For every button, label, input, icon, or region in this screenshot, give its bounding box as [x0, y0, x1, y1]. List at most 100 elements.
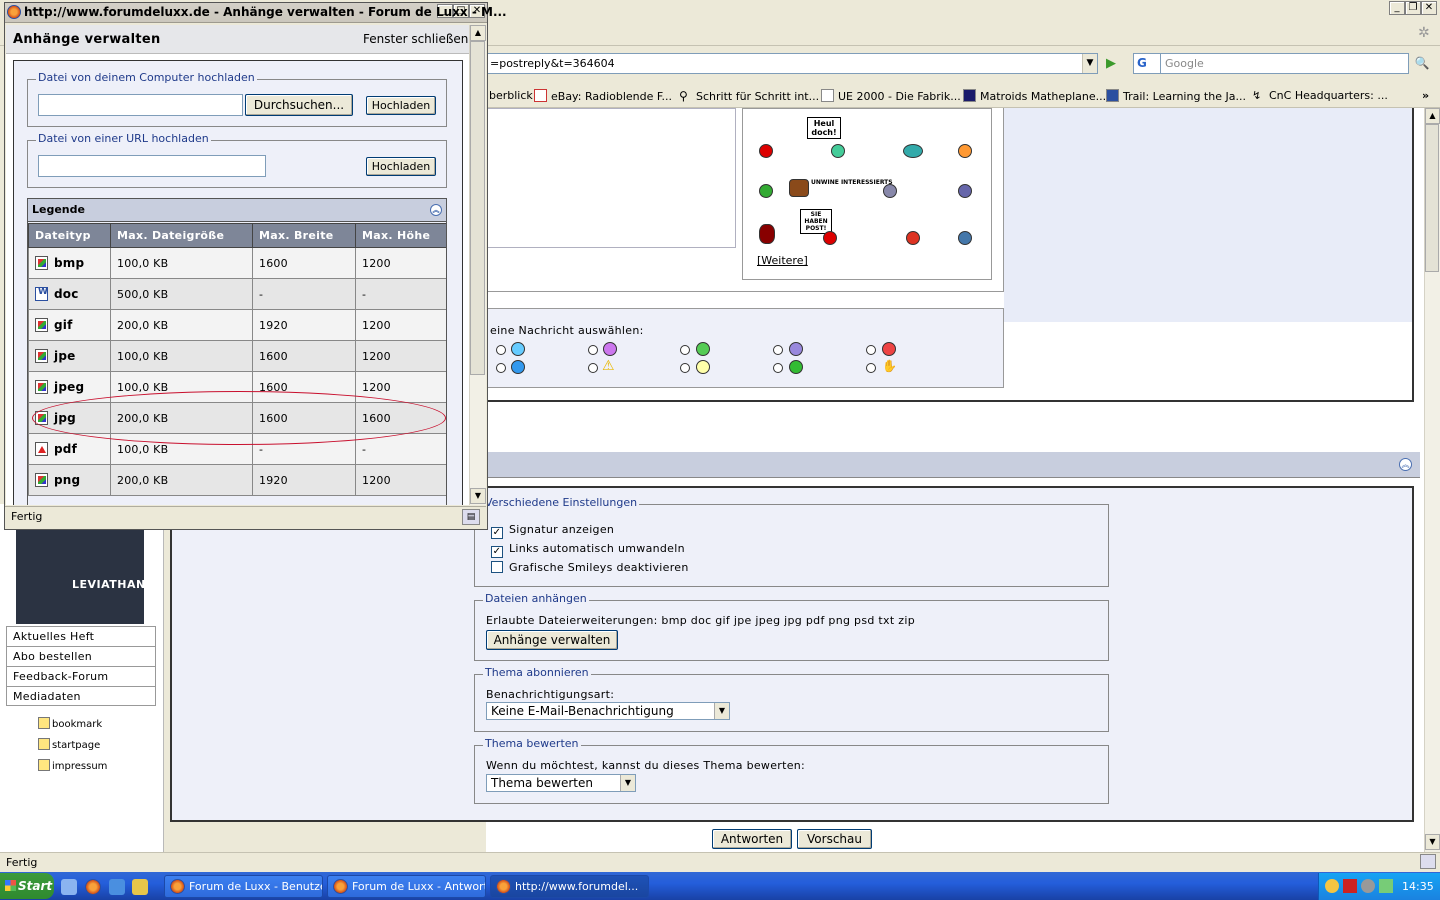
max-width-cell: - [252, 278, 356, 310]
signature-option[interactable]: ✓ Signatur anzeigen [491, 523, 614, 539]
unwine-smiley-icon[interactable]: UNWINE INTERESSIERTS [811, 179, 893, 186]
notification-select[interactable]: Keine E-Mail-Benachrichtigung ▼ [486, 702, 730, 720]
file-type-label: doc [54, 287, 79, 301]
url-bar[interactable]: =postreply&t=364604 [486, 53, 1098, 74]
max-size-cell: 100,0 KB [110, 247, 253, 279]
disable-smileys-option[interactable]: Grafische Smileys deaktivieren [491, 561, 689, 574]
checkbox-checked[interactable]: ✓ [491, 527, 503, 539]
smiley-icon[interactable] [958, 144, 972, 158]
message-icon-radio[interactable] [496, 345, 506, 355]
search-engine-selector[interactable]: G [1133, 53, 1161, 74]
restore-button[interactable]: ❐ [1405, 1, 1421, 15]
message-icon-radio[interactable] [588, 363, 598, 373]
smiley-icon[interactable] [906, 231, 920, 245]
close-window-link[interactable]: Fenster schließen [363, 32, 468, 46]
collapse-icon[interactable]: ︽ [430, 204, 442, 216]
checkbox-checked[interactable]: ✓ [491, 546, 503, 558]
hat-smiley-icon[interactable] [789, 179, 809, 197]
smiley-icon[interactable] [958, 231, 972, 245]
image-file-icon [35, 473, 48, 487]
status-panel-icon: ▤ [462, 509, 480, 525]
upload-url-button[interactable]: Hochladen [366, 157, 436, 176]
bookmark-item[interactable]: UE 2000 - Die Fabrik... [821, 89, 961, 103]
column-header: Dateityp [28, 223, 111, 248]
url-input[interactable] [38, 155, 266, 177]
left-menu-item[interactable]: Aktuelles Heft [7, 627, 155, 647]
bookmark-item[interactable]: Trail: Learning the Ja... [1106, 89, 1246, 103]
smiley-icon[interactable] [759, 184, 773, 198]
bookmark-item[interactable]: berblick [489, 89, 533, 102]
collapse-icon[interactable]: ︽ [1399, 458, 1412, 471]
heul-doch-smiley-icon[interactable]: Heul doch! [807, 117, 841, 139]
scrollbar-thumb[interactable] [1425, 124, 1439, 272]
max-width-cell: 1600 [252, 247, 356, 279]
taskbar-item-active[interactable]: http://www.forumdel... [490, 875, 649, 898]
scroll-up-icon[interactable]: ▲ [1425, 108, 1440, 124]
message-icon-radio[interactable] [496, 363, 506, 373]
tray-icon[interactable] [1361, 879, 1375, 893]
startpage-link[interactable]: startpage [38, 738, 100, 751]
windows-logo-icon [5, 880, 16, 891]
upload-file-button[interactable]: Hochladen [366, 96, 436, 115]
message-icon-radio[interactable] [866, 363, 876, 373]
devil-smiley-icon[interactable] [759, 224, 775, 244]
taskbar-item[interactable]: Forum de Luxx - Antwort... [327, 875, 486, 898]
left-menu-item[interactable]: Abo bestellen [7, 647, 155, 667]
tray-icon[interactable] [1379, 879, 1393, 893]
laugh-icon [696, 342, 710, 356]
reply-button[interactable]: Antworten [712, 829, 792, 849]
message-icon-radio[interactable] [866, 345, 876, 355]
scroll-down-icon[interactable]: ▼ [470, 488, 486, 504]
app-quicklaunch-icon[interactable] [132, 879, 148, 895]
autolink-option[interactable]: ✓ Links automatisch umwandeln [491, 542, 685, 558]
checkbox-unchecked[interactable] [491, 561, 503, 573]
message-icon-radio[interactable] [773, 363, 783, 373]
message-icon-radio[interactable] [680, 345, 690, 355]
search-magnifier-icon[interactable]: 🔍 [1411, 53, 1433, 74]
close-button[interactable]: ✕ [1421, 1, 1437, 15]
smiley-icon[interactable] [958, 184, 972, 198]
column-header: Max. Höhe [355, 223, 446, 248]
taskbar-item[interactable]: Forum de Luxx - Benutze... [164, 875, 323, 898]
bookmarks-overflow-chevron[interactable]: » [1422, 89, 1429, 102]
manage-attachments-button[interactable]: Anhänge verwalten [486, 630, 618, 650]
left-menu-item[interactable]: Mediadaten [7, 687, 155, 707]
scroll-down-icon[interactable]: ▼ [1425, 834, 1440, 850]
bookmark-item[interactable]: Matroids Matheplane... [963, 89, 1106, 103]
max-height-cell: 1200 [355, 247, 446, 279]
firefox-quicklaunch-icon[interactable] [85, 879, 101, 895]
bookmark-item[interactable]: eBay: Radioblende F... [534, 89, 672, 103]
minimize-button[interactable]: _ [1389, 1, 1405, 15]
desktop-quicklaunch-icon[interactable] [61, 879, 77, 895]
message-icon-radio[interactable] [680, 363, 690, 373]
file-type-label: png [54, 473, 81, 487]
tray-icon[interactable] [1343, 879, 1357, 893]
smiley-icon[interactable] [831, 144, 845, 158]
message-icon-radio[interactable] [588, 345, 598, 355]
search-input[interactable]: Google [1161, 53, 1409, 74]
browse-button[interactable]: Durchsuchen... [245, 94, 353, 116]
chevron-down-icon: ▼ [620, 775, 635, 791]
smiley-icon[interactable] [883, 184, 897, 198]
popup-scrollbar-thumb[interactable] [470, 41, 485, 375]
impressum-link[interactable]: impressum [38, 759, 107, 772]
url-history-dropdown[interactable]: ▼ [1082, 54, 1097, 73]
more-smileys-link[interactable]: [Weitere] [757, 254, 808, 267]
left-menu-item[interactable]: Feedback-Forum [7, 667, 155, 687]
file-path-input[interactable] [38, 94, 243, 116]
ie-quicklaunch-icon[interactable] [109, 879, 125, 895]
bookmark-item[interactable]: ↯ CnC Headquarters: ... [1252, 89, 1388, 102]
bookmark-item[interactable]: ⚲ Schritt für Schritt int... [679, 89, 819, 103]
go-arrow-icon[interactable]: ▶ [1101, 54, 1121, 73]
leviathan-ad-image[interactable] [16, 528, 144, 624]
smiley-icon[interactable] [759, 144, 773, 158]
bookmark-link[interactable]: bookmark [38, 717, 102, 730]
smiley-icon[interactable] [823, 231, 837, 245]
left-menu: Aktuelles Heft Abo bestellen Feedback-Fo… [6, 626, 156, 706]
message-icon-radio[interactable] [773, 345, 783, 355]
smiley-icon[interactable] [903, 144, 923, 158]
tray-icon[interactable] [1325, 879, 1339, 893]
preview-button[interactable]: Vorschau [797, 829, 872, 849]
rate-select[interactable]: Thema bewerten ▼ [486, 774, 636, 792]
scroll-up-icon[interactable]: ▲ [470, 25, 486, 41]
